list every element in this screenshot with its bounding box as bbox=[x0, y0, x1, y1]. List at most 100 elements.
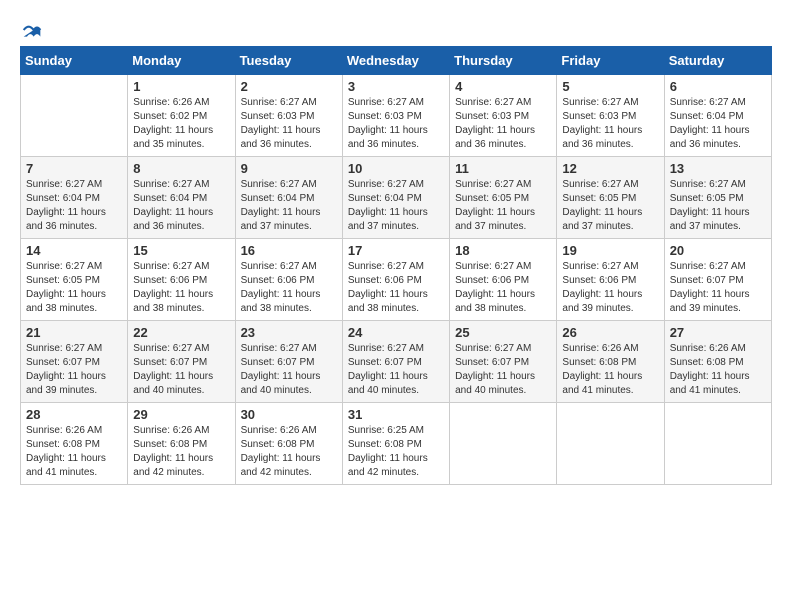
calendar-cell: 4 Sunrise: 6:27 AMSunset: 6:03 PMDaylight… bbox=[450, 75, 557, 157]
calendar-cell: 30 Sunrise: 6:26 AMSunset: 6:08 PMDayligh… bbox=[235, 403, 342, 485]
day-number: 15 bbox=[133, 243, 229, 258]
calendar-cell: 25 Sunrise: 6:27 AMSunset: 6:07 PMDayligh… bbox=[450, 321, 557, 403]
day-number: 1 bbox=[133, 79, 229, 94]
day-number: 29 bbox=[133, 407, 229, 422]
calendar-header-row: SundayMondayTuesdayWednesdayThursdayFrid… bbox=[21, 47, 772, 75]
day-number: 4 bbox=[455, 79, 551, 94]
calendar-cell: 5 Sunrise: 6:27 AMSunset: 6:03 PMDaylight… bbox=[557, 75, 664, 157]
calendar-cell: 1 Sunrise: 6:26 AMSunset: 6:02 PMDaylight… bbox=[128, 75, 235, 157]
calendar-cell: 20 Sunrise: 6:27 AMSunset: 6:07 PMDayligh… bbox=[664, 239, 771, 321]
day-number: 11 bbox=[455, 161, 551, 176]
day-info: Sunrise: 6:27 AMSunset: 6:03 PMDaylight:… bbox=[348, 96, 444, 152]
calendar-cell: 22Sunrise: 6:27 AMSunset: 6:07 PMDayligh… bbox=[128, 321, 235, 403]
day-info: Sunrise: 6:27 AMSunset: 6:03 PMDaylight:… bbox=[562, 96, 658, 152]
calendar-cell: 13 Sunrise: 6:27 AMSunset: 6:05 PMDayligh… bbox=[664, 157, 771, 239]
day-info: Sunrise: 6:27 AMSunset: 6:06 PMDaylight:… bbox=[348, 260, 444, 316]
day-number: 9 bbox=[241, 161, 337, 176]
calendar-week-1: 1 Sunrise: 6:26 AMSunset: 6:02 PMDaylight… bbox=[21, 75, 772, 157]
day-info: Sunrise: 6:27 AMSunset: 6:07 PMDaylight:… bbox=[241, 342, 337, 398]
day-info: Sunrise: 6:27 AMSunset: 6:04 PMDaylight:… bbox=[348, 178, 444, 234]
day-info: Sunrise: 6:27 AMSunset: 6:07 PMDaylight:… bbox=[348, 342, 444, 398]
calendar-cell: 9 Sunrise: 6:27 AMSunset: 6:04 PMDaylight… bbox=[235, 157, 342, 239]
calendar-table: SundayMondayTuesdayWednesdayThursdayFrid… bbox=[20, 46, 772, 485]
day-info: Sunrise: 6:27 AMSunset: 6:06 PMDaylight:… bbox=[455, 260, 551, 316]
day-number: 25 bbox=[455, 325, 551, 340]
calendar-cell: 31 Sunrise: 6:25 AMSunset: 6:08 PMDayligh… bbox=[342, 403, 449, 485]
logo bbox=[20, 20, 42, 36]
calendar-cell: 18 Sunrise: 6:27 AMSunset: 6:06 PMDayligh… bbox=[450, 239, 557, 321]
day-number: 31 bbox=[348, 407, 444, 422]
calendar-cell: 28Sunrise: 6:26 AMSunset: 6:08 PMDayligh… bbox=[21, 403, 128, 485]
day-number: 12 bbox=[562, 161, 658, 176]
calendar-week-5: 28 Sunrise: 6:26 AMSunset: 6:08 PMDayligh… bbox=[21, 403, 772, 485]
day-number: 10 bbox=[348, 161, 444, 176]
calendar-cell: 10 Sunrise: 6:27 AMSunset: 6:04 PMDayligh… bbox=[342, 157, 449, 239]
day-info: Sunrise: 6:27 AMSunset: 6:03 PMDaylight:… bbox=[241, 96, 337, 152]
day-number: 18 bbox=[455, 243, 551, 258]
calendar-cell: 6 Sunrise: 6:27 AMSunset: 6:04 PMDaylight… bbox=[664, 75, 771, 157]
day-number: 23 bbox=[241, 325, 337, 340]
calendar-week-2: 7 Sunrise: 6:27 AMSunset: 6:04 PMDaylight… bbox=[21, 157, 772, 239]
day-number: 24 bbox=[348, 325, 444, 340]
calendar-cell bbox=[557, 403, 664, 485]
day-number: 16 bbox=[241, 243, 337, 258]
day-info: Sunrise: 6:26 AMSunset: 6:02 PMDaylight:… bbox=[133, 96, 229, 152]
day-info: Sunrise: 6:26 AMSunset: 6:08 PMDaylight:… bbox=[670, 342, 766, 398]
calendar-cell: 15 Sunrise: 6:27 AMSunset: 6:06 PMDayligh… bbox=[128, 239, 235, 321]
calendar-cell: 29 Sunrise: 6:26 AMSunset: 6:08 PMDayligh… bbox=[128, 403, 235, 485]
day-number: 2 bbox=[241, 79, 337, 94]
day-number: 30 bbox=[241, 407, 337, 422]
calendar-cell bbox=[450, 403, 557, 485]
day-info: Sunrise: 6:27 AMSunset: 6:04 PMDaylight:… bbox=[26, 178, 122, 234]
calendar-week-3: 14Sunrise: 6:27 AMSunset: 6:05 PMDayligh… bbox=[21, 239, 772, 321]
day-info: Sunrise: 6:27 AMSunset: 6:04 PMDaylight:… bbox=[133, 178, 229, 234]
calendar-cell: 11Sunrise: 6:27 AMSunset: 6:05 PMDayligh… bbox=[450, 157, 557, 239]
header-saturday: Saturday bbox=[664, 47, 771, 75]
calendar-cell: 14Sunrise: 6:27 AMSunset: 6:05 PMDayligh… bbox=[21, 239, 128, 321]
calendar-cell: 7 Sunrise: 6:27 AMSunset: 6:04 PMDaylight… bbox=[21, 157, 128, 239]
day-info: Sunrise: 6:26 AMSunset: 6:08 PMDaylight:… bbox=[241, 424, 337, 480]
calendar-cell: 26 Sunrise: 6:26 AMSunset: 6:08 PMDayligh… bbox=[557, 321, 664, 403]
day-info: Sunrise: 6:27 AMSunset: 6:06 PMDaylight:… bbox=[133, 260, 229, 316]
header-monday: Monday bbox=[128, 47, 235, 75]
calendar-cell: 21 Sunrise: 6:27 AMSunset: 6:07 PMDayligh… bbox=[21, 321, 128, 403]
day-number: 20 bbox=[670, 243, 766, 258]
day-info: Sunrise: 6:26 AMSunset: 6:08 PMDaylight:… bbox=[562, 342, 658, 398]
day-number: 3 bbox=[348, 79, 444, 94]
day-info: Sunrise: 6:27 AMSunset: 6:07 PMDaylight:… bbox=[26, 342, 122, 398]
day-number: 21 bbox=[26, 325, 122, 340]
calendar-cell: 3 Sunrise: 6:27 AMSunset: 6:03 PMDaylight… bbox=[342, 75, 449, 157]
header-wednesday: Wednesday bbox=[342, 47, 449, 75]
calendar-cell bbox=[664, 403, 771, 485]
calendar-cell: 23 Sunrise: 6:27 AMSunset: 6:07 PMDayligh… bbox=[235, 321, 342, 403]
day-info: Sunrise: 6:27 AMSunset: 6:03 PMDaylight:… bbox=[455, 96, 551, 152]
calendar-cell bbox=[21, 75, 128, 157]
day-number: 26 bbox=[562, 325, 658, 340]
day-info: Sunrise: 6:27 AMSunset: 6:04 PMDaylight:… bbox=[241, 178, 337, 234]
calendar-week-4: 21 Sunrise: 6:27 AMSunset: 6:07 PMDayligh… bbox=[21, 321, 772, 403]
day-number: 5 bbox=[562, 79, 658, 94]
day-info: Sunrise: 6:27 AMSunset: 6:05 PMDaylight:… bbox=[562, 178, 658, 234]
day-number: 6 bbox=[670, 79, 766, 94]
calendar-cell: 2 Sunrise: 6:27 AMSunset: 6:03 PMDaylight… bbox=[235, 75, 342, 157]
day-number: 7 bbox=[26, 161, 122, 176]
day-info: Sunrise: 6:26 AMSunset: 6:08 PMDaylight:… bbox=[133, 424, 229, 480]
day-info: Sunrise: 6:25 AMSunset: 6:08 PMDaylight:… bbox=[348, 424, 444, 480]
day-info: Sunrise: 6:27 AMSunset: 6:07 PMDaylight:… bbox=[670, 260, 766, 316]
logo-icon bbox=[22, 20, 42, 40]
day-info: Sunrise: 6:27 AMSunset: 6:06 PMDaylight:… bbox=[241, 260, 337, 316]
header-sunday: Sunday bbox=[21, 47, 128, 75]
header-friday: Friday bbox=[557, 47, 664, 75]
page-header bbox=[20, 20, 772, 36]
day-number: 8 bbox=[133, 161, 229, 176]
day-number: 19 bbox=[562, 243, 658, 258]
day-info: Sunrise: 6:27 AMSunset: 6:07 PMDaylight:… bbox=[133, 342, 229, 398]
calendar-cell: 17Sunrise: 6:27 AMSunset: 6:06 PMDayligh… bbox=[342, 239, 449, 321]
day-info: Sunrise: 6:27 AMSunset: 6:05 PMDaylight:… bbox=[670, 178, 766, 234]
header-tuesday: Tuesday bbox=[235, 47, 342, 75]
day-number: 14 bbox=[26, 243, 122, 258]
day-info: Sunrise: 6:27 AMSunset: 6:07 PMDaylight:… bbox=[455, 342, 551, 398]
day-info: Sunrise: 6:27 AMSunset: 6:04 PMDaylight:… bbox=[670, 96, 766, 152]
day-number: 13 bbox=[670, 161, 766, 176]
day-number: 28 bbox=[26, 407, 122, 422]
